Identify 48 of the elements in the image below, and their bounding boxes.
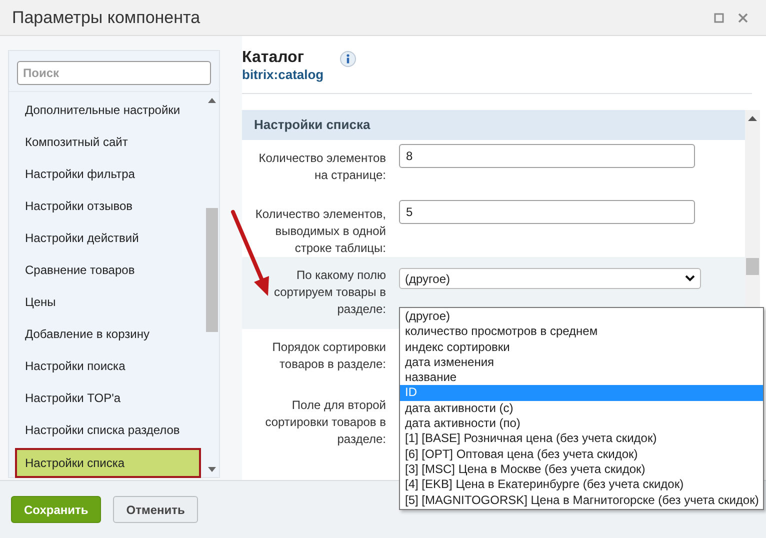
sidebar-item[interactable]: Настройки отзывов xyxy=(15,190,205,222)
search-field[interactable]: Поиск xyxy=(17,61,211,85)
select-value: (другое) xyxy=(405,270,450,288)
chevron-icon xyxy=(685,275,695,282)
dropdown-option[interactable]: [4] [EKB] Цена в Екатеринбурге (без учета скидок) xyxy=(400,477,763,493)
dropdown-option[interactable]: [1] [BASE] Розничная цена (без учета скидок) xyxy=(400,431,763,447)
info-icon[interactable] xyxy=(340,51,356,67)
section-header: Настройки списка xyxy=(242,110,745,140)
sidebar-item[interactable]: Настройки действий xyxy=(15,222,205,254)
sidebar-item[interactable]: Настройки поиска xyxy=(15,350,205,382)
field-label: Поле для второй сортировки товаров в разделе: xyxy=(264,397,386,448)
sidebar-item[interactable]: Добавление в корзину xyxy=(15,318,205,350)
scrollbar-thumb[interactable] xyxy=(746,258,759,275)
dropdown-option[interactable]: дата изменения xyxy=(400,354,763,370)
dropdown-option[interactable]: название xyxy=(400,370,763,386)
sidebar-item[interactable]: Сравнение товаров xyxy=(15,254,205,286)
dropdown-option[interactable]: дата активности (по) xyxy=(400,416,763,432)
maximize-icon[interactable] xyxy=(714,12,724,22)
sidebar-item[interactable]: Настройки TOP'a xyxy=(15,382,205,414)
sidebar-item[interactable]: Цены xyxy=(15,286,205,318)
sidebar-item[interactable]: Настройки списка разделов xyxy=(15,414,205,446)
dropdown-option[interactable]: количество просмотров в среднем xyxy=(400,324,763,340)
sidebar-item[interactable]: Дополнительные настройки xyxy=(15,94,205,126)
close-icon[interactable] xyxy=(738,12,748,22)
component-code: bitrix:catalog xyxy=(242,67,324,83)
field-label: По какому полю сортируем товары в разделе: xyxy=(272,267,386,318)
cancel-button[interactable]: Отменить xyxy=(113,496,198,523)
sidebar-item[interactable]: Настройки фильтра xyxy=(15,158,205,190)
window-title: Параметры компонента xyxy=(12,6,200,29)
scroll-up-icon[interactable] xyxy=(748,116,757,121)
text-field[interactable]: 8 xyxy=(399,144,695,168)
dropdown-option[interactable]: [3] [MSC] Цена в Москве (без учета скидок) xyxy=(400,462,763,478)
sidebar-item[interactable]: Композитный сайт xyxy=(15,126,205,158)
dropdown-option[interactable]: [6] [OPT] Оптовая цена (без учета скидок) xyxy=(400,446,763,462)
sidebar-item[interactable]: Настройки списка xyxy=(15,448,201,478)
dropdown-option[interactable]: индекс сортировки xyxy=(400,340,763,355)
component-name: Каталог xyxy=(242,48,305,67)
scroll-up-icon[interactable] xyxy=(208,98,216,103)
scrollbar-thumb[interactable] xyxy=(206,208,218,332)
select-field[interactable]: (другое) xyxy=(399,268,701,289)
dropdown-option[interactable]: дата активности (с) xyxy=(400,400,763,416)
field-label: Количество элементов на странице: xyxy=(258,150,386,184)
dropdown-option[interactable]: (другое) xyxy=(400,309,763,324)
text-field[interactable]: 5 xyxy=(399,200,695,224)
scroll-down-icon[interactable] xyxy=(208,467,216,472)
field-label: Порядок сортировки товаров в разделе: xyxy=(271,339,386,373)
dropdown-option[interactable]: [5] [MAGNITOGORSK] Цена в Магнитогорске (без учета скидок) xyxy=(400,492,763,508)
field-label: Количество элементов, выводимых в одной строке таблицы: xyxy=(254,206,386,257)
